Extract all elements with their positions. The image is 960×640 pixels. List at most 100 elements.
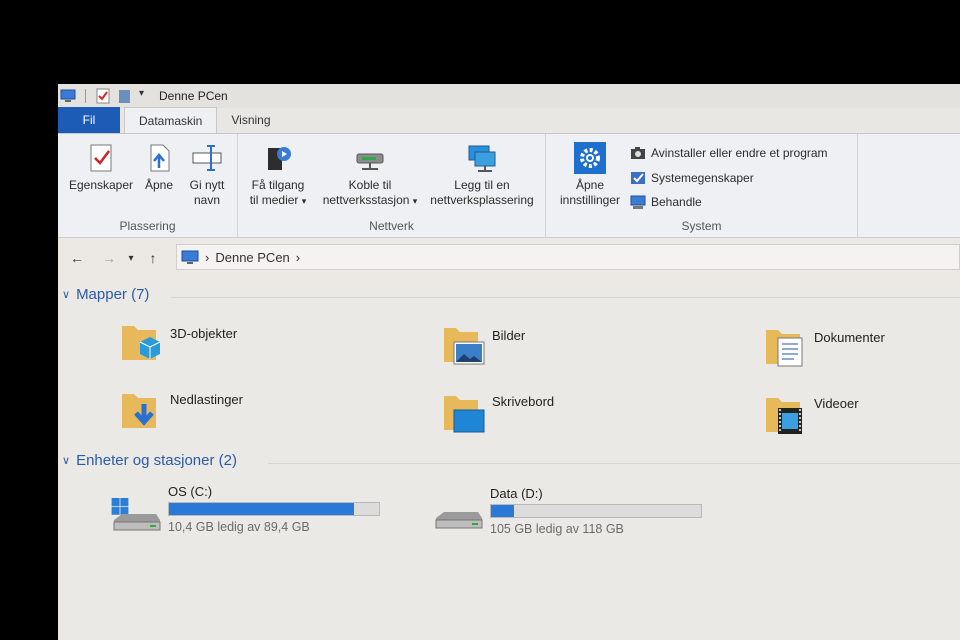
drives-header-label: Enheter og stasjoner (2) bbox=[76, 452, 237, 469]
gear-icon bbox=[574, 142, 606, 174]
manage-button[interactable]: Behandle bbox=[630, 192, 702, 212]
folders-section-header[interactable]: ∨ Mapper (7) bbox=[62, 286, 149, 303]
folder-name: Dokumenter bbox=[814, 330, 885, 345]
chevron-down-icon: ▾ bbox=[301, 196, 307, 206]
title-bar: ▾ Denne PCen bbox=[58, 84, 960, 108]
map-network-drive-button[interactable]: Koble til nettverksstasjon ▾ bbox=[314, 142, 426, 209]
tab-computer[interactable]: Datamaskin bbox=[124, 107, 218, 133]
ribbon: Egenskaper Åpne Gi nytt navn Plassering bbox=[58, 134, 960, 238]
group-label-location: Plassering bbox=[119, 219, 176, 233]
computer-management-icon bbox=[630, 194, 646, 210]
drive-free-space: 105 GB ledig av 118 GB bbox=[490, 522, 624, 536]
drive-info: Data (D:) 105 GB ledig av 118 GB bbox=[490, 486, 702, 540]
rename-button[interactable]: Gi nytt navn bbox=[182, 142, 232, 208]
chevron-down-icon: ▾ bbox=[412, 196, 418, 206]
open-icon bbox=[143, 142, 175, 174]
file-explorer-window: ▾ Denne PCen Fil Datamaskin Visning Egen… bbox=[58, 84, 960, 640]
content-pane: ∨ Mapper (7) 3D-objekter Bilder Dokument… bbox=[58, 280, 960, 640]
drive-d[interactable]: Data (D:) 105 GB ledig av 118 GB bbox=[432, 486, 702, 540]
rename-label-line1: Gi nytt bbox=[189, 178, 225, 192]
windows-drive-icon bbox=[110, 498, 162, 538]
3d-objects-folder-icon bbox=[118, 320, 164, 366]
map-drive-line2: nettverksstasjon bbox=[322, 193, 410, 207]
properties-icon[interactable] bbox=[95, 88, 111, 104]
up-arrow-icon[interactable]: ↑ bbox=[142, 250, 164, 266]
network-location-icon bbox=[466, 142, 498, 174]
open-label: Åpne bbox=[144, 178, 174, 192]
chevron-down-icon: ∨ bbox=[62, 455, 71, 467]
new-folder-icon[interactable] bbox=[117, 88, 133, 104]
open-settings-line2: innstillinger bbox=[559, 193, 621, 207]
drive-free-space: 10,4 GB ledig av 89,4 GB bbox=[168, 520, 310, 534]
forward-arrow-icon[interactable]: → bbox=[98, 250, 120, 266]
computer-icon bbox=[181, 249, 199, 265]
open-settings-line1: Åpne bbox=[575, 178, 605, 192]
section-divider bbox=[268, 463, 960, 464]
add-location-line1: Legg til en bbox=[454, 178, 510, 192]
computer-icon[interactable] bbox=[60, 88, 76, 104]
folder-name: Bilder bbox=[492, 328, 526, 343]
hard-drive-icon bbox=[432, 500, 484, 540]
access-media-button[interactable]: Få tilgang til medier ▾ bbox=[242, 142, 314, 209]
drives-section-header[interactable]: ∨ Enheter og stasjoner (2) bbox=[62, 452, 237, 469]
back-arrow-icon[interactable]: ← bbox=[66, 250, 88, 266]
open-button[interactable]: Åpne bbox=[138, 142, 180, 193]
breadcrumb-separator[interactable]: › bbox=[296, 250, 300, 265]
drive-name: Data (D:) bbox=[490, 486, 543, 501]
group-network: Få tilgang til medier ▾ Koble til nettve… bbox=[238, 134, 546, 238]
system-properties-icon bbox=[630, 170, 646, 186]
drive-usage-bar bbox=[490, 504, 702, 518]
add-location-line2: nettverksplassering bbox=[430, 193, 534, 207]
group-label-network: Nettverk bbox=[369, 219, 414, 233]
group-label-system: System bbox=[681, 219, 722, 233]
add-network-location-button[interactable]: Legg til en nettverksplassering bbox=[424, 142, 540, 208]
drive-usage-fill bbox=[491, 505, 515, 517]
tab-file[interactable]: Fil bbox=[58, 107, 120, 133]
recent-locations-icon[interactable]: ▾ bbox=[124, 253, 138, 264]
drive-usage-fill bbox=[169, 503, 354, 515]
drive-info: OS (C:) 10,4 GB ledig av 89,4 GB bbox=[168, 484, 380, 538]
downloads-folder-icon bbox=[118, 388, 164, 434]
drive-c[interactable]: OS (C:) 10,4 GB ledig av 89,4 GB bbox=[110, 484, 380, 538]
group-location: Egenskaper Åpne Gi nytt navn Plassering bbox=[58, 134, 238, 238]
folder-videos[interactable]: Videoer bbox=[762, 392, 859, 438]
folder-3d-objects[interactable]: 3D-objekter bbox=[118, 320, 237, 366]
pictures-folder-icon bbox=[440, 322, 486, 368]
folder-downloads[interactable]: Nedlastinger bbox=[118, 388, 243, 434]
open-settings-button[interactable]: Åpne innstillinger bbox=[552, 142, 628, 208]
toolbar-divider bbox=[85, 89, 86, 103]
folder-name: 3D-objekter bbox=[170, 326, 238, 341]
properties-icon bbox=[85, 142, 117, 174]
folder-name: Nedlastinger bbox=[170, 392, 243, 407]
access-media-line2: til medier bbox=[249, 193, 299, 207]
uninstall-label: Avinstaller eller endre et program bbox=[651, 146, 828, 160]
address-bar[interactable]: › Denne PCen › bbox=[176, 244, 960, 270]
manage-label: Behandle bbox=[651, 195, 702, 209]
system-properties-button[interactable]: Systemegenskaper bbox=[630, 168, 754, 188]
properties-label: Egenskaper bbox=[68, 178, 134, 192]
folders-header-label: Mapper (7) bbox=[76, 286, 150, 303]
ribbon-tabs: Fil Datamaskin Visning bbox=[58, 107, 960, 134]
folder-desktop[interactable]: Skrivebord bbox=[440, 390, 554, 436]
tab-view[interactable]: Visning bbox=[217, 107, 284, 133]
uninstall-program-button[interactable]: Avinstaller eller endre et program bbox=[630, 143, 828, 163]
folder-pictures[interactable]: Bilder bbox=[440, 322, 525, 368]
chevron-down-icon: ∨ bbox=[62, 289, 71, 301]
window-title: Denne PCen bbox=[159, 89, 228, 103]
folder-name: Videoer bbox=[814, 396, 859, 411]
system-properties-label: Systemegenskaper bbox=[651, 171, 754, 185]
camera-icon bbox=[630, 145, 646, 161]
map-drive-line1: Koble til bbox=[348, 178, 392, 192]
breadcrumb-separator[interactable]: › bbox=[205, 250, 209, 265]
navigation-bar: ← → ▾ ↑ › Denne PCen › bbox=[58, 244, 960, 272]
documents-folder-icon bbox=[762, 324, 808, 370]
rename-icon bbox=[191, 142, 223, 174]
network-drive-icon bbox=[354, 142, 386, 174]
quick-access-toolbar: ▾ bbox=[58, 88, 149, 104]
properties-button[interactable]: Egenskaper bbox=[66, 142, 136, 193]
breadcrumb-this-pc[interactable]: Denne PCen bbox=[215, 250, 289, 265]
folder-documents[interactable]: Dokumenter bbox=[762, 324, 885, 370]
customize-toolbar-icon[interactable]: ▾ bbox=[139, 88, 149, 104]
drive-usage-bar bbox=[168, 502, 380, 516]
media-server-icon bbox=[262, 142, 294, 174]
